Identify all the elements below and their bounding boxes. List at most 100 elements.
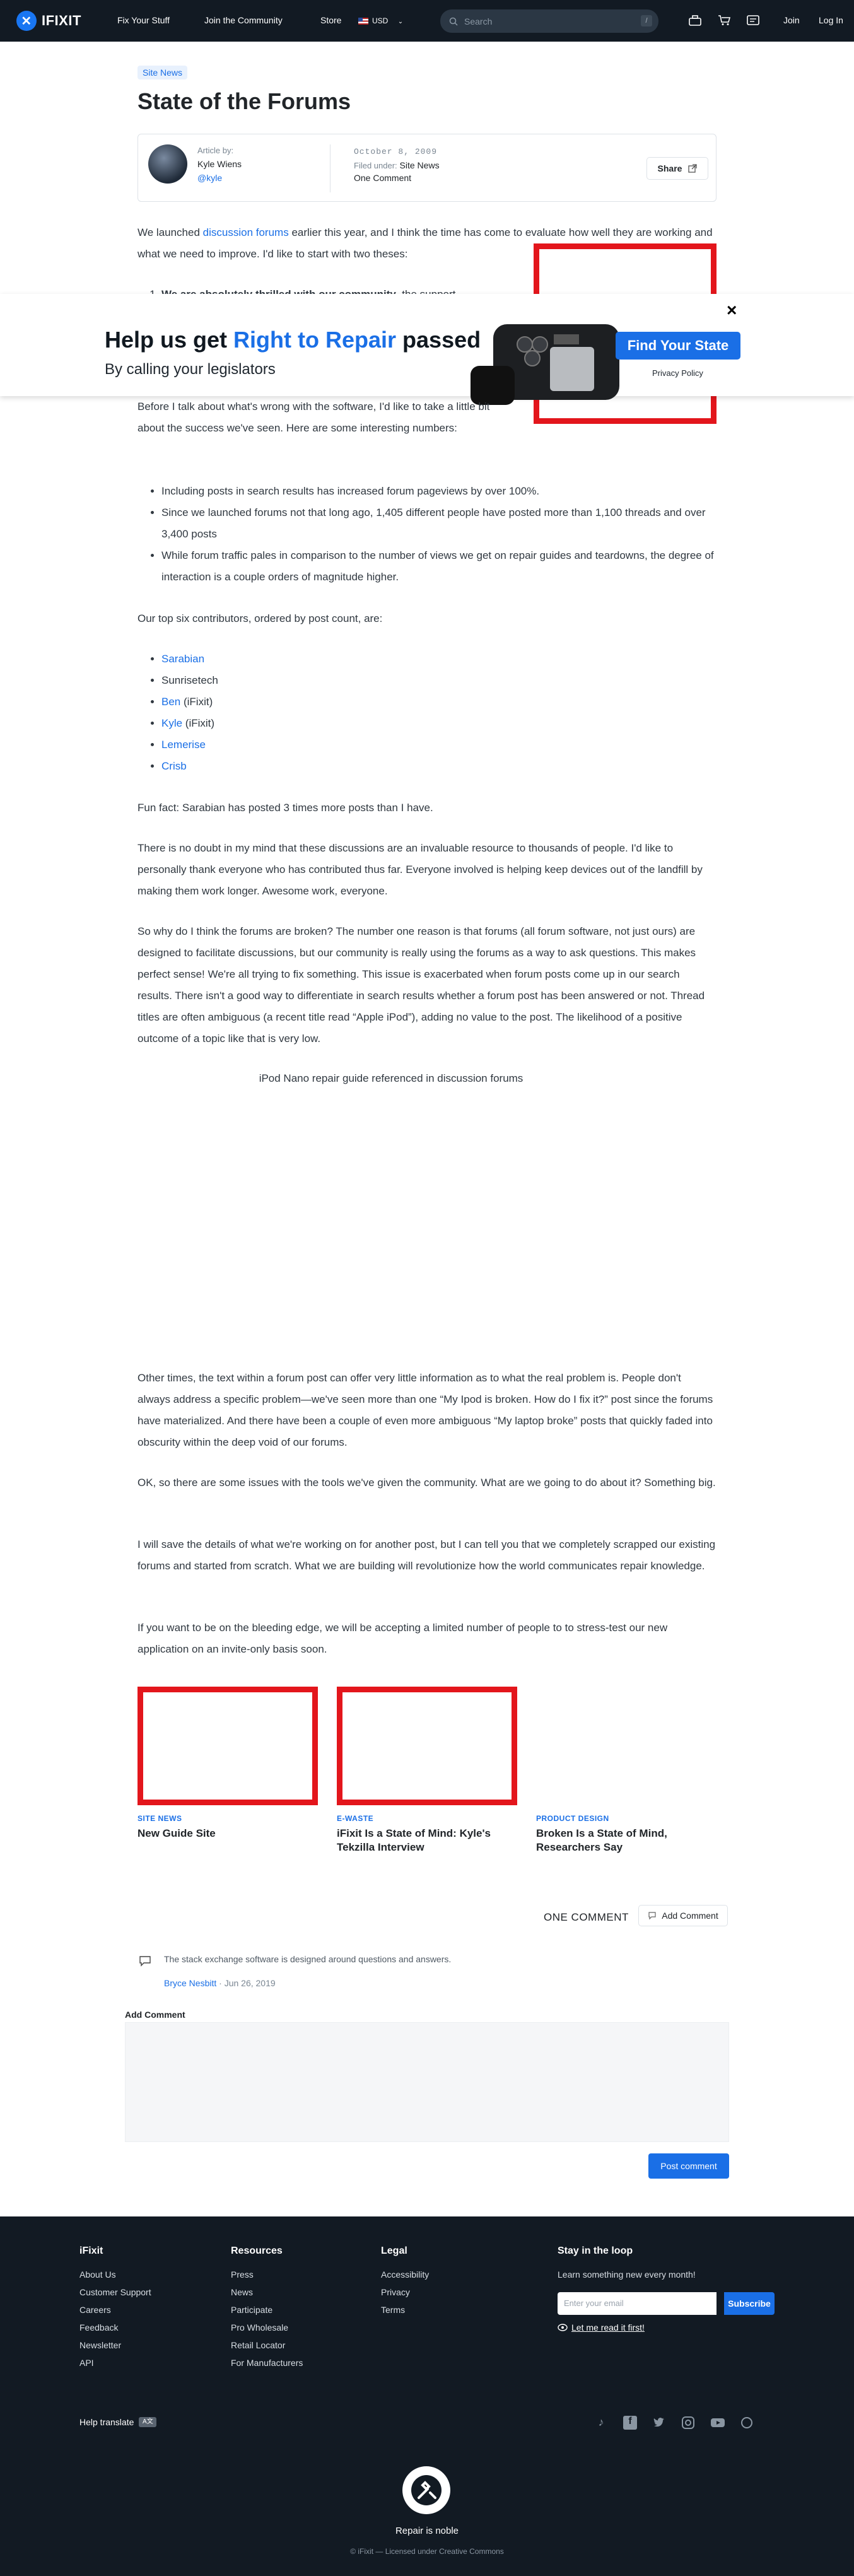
join-link[interactable]: Join: [783, 15, 800, 25]
footer-link[interactable]: Retail Locator: [231, 2336, 303, 2354]
nav-store[interactable]: Store: [320, 15, 341, 25]
eye-icon: [558, 2324, 568, 2331]
footer-link[interactable]: Customer Support: [79, 2283, 151, 2301]
ifixit-logo[interactable]: ✕ IFIXIT: [16, 11, 81, 31]
search-bar[interactable]: Search /: [440, 9, 658, 33]
related-title[interactable]: Broken Is a State of Mind, Researchers S…: [536, 1827, 718, 1854]
related-thumb-1[interactable]: [137, 1687, 318, 1805]
guide-image-placeholder: [137, 1098, 717, 1362]
close-icon[interactable]: ×: [727, 300, 737, 320]
comment-author[interactable]: Bryce Nesbitt: [164, 1978, 216, 1988]
footer-link[interactable]: Participate: [231, 2301, 303, 2319]
youtube-icon[interactable]: [710, 2416, 725, 2430]
instagram-icon[interactable]: [681, 2416, 695, 2430]
comment-bubble-icon: [139, 1956, 151, 1967]
contrib-intro: Our top six contributors, ordered by pos…: [137, 612, 383, 624]
footer-link[interactable]: Terms: [381, 2301, 429, 2319]
ifixit-logo-icon: ✕: [16, 11, 37, 31]
contributor-link[interactable]: Crisb: [161, 760, 187, 772]
related-thumb-2[interactable]: [337, 1687, 517, 1805]
brand-name: IFIXIT: [42, 13, 81, 28]
footer-link[interactable]: Newsletter: [79, 2336, 151, 2354]
toolbox-icon[interactable]: [687, 13, 703, 28]
footer-tagline: Repair is noble: [395, 2526, 459, 2536]
footer-link[interactable]: For Manufacturers: [231, 2354, 303, 2372]
cart-icon[interactable]: [717, 13, 732, 28]
footer-link[interactable]: News: [231, 2283, 303, 2301]
subscribe-button[interactable]: Subscribe: [724, 2292, 775, 2315]
facebook-icon[interactable]: f: [623, 2416, 637, 2430]
nav-join-community[interactable]: Join the Community: [204, 15, 283, 25]
comment-count[interactable]: One Comment: [354, 173, 440, 183]
contributor-link[interactable]: Ben: [161, 696, 180, 708]
search-icon: [449, 17, 458, 26]
filed-value[interactable]: Site News: [400, 160, 440, 170]
comment-textarea[interactable]: [125, 2022, 729, 2142]
author-handle[interactable]: @kyle: [197, 173, 222, 183]
currency-selector[interactable]: USD ⌄: [358, 16, 403, 25]
discussion-forums-link[interactable]: discussion forums: [203, 226, 289, 238]
footer-column-legal: Legal Accessibility Privacy Terms: [381, 2245, 429, 2319]
related-category[interactable]: E-WASTE: [337, 1814, 518, 1823]
find-your-state-button[interactable]: Find Your State: [616, 332, 740, 360]
contributor-item: Ben (iFixit): [161, 691, 717, 713]
comment-date: Jun 26, 2019: [224, 1978, 276, 1988]
related-category[interactable]: PRODUCT DESIGN: [536, 1814, 718, 1823]
filed-label: Filed under:: [354, 161, 397, 170]
article-meta: Article by: Kyle Wiens @kyle October 8, …: [137, 134, 717, 202]
post-comment-button[interactable]: Post comment: [648, 2153, 729, 2179]
author-name[interactable]: Kyle Wiens: [197, 159, 242, 169]
mastodon-icon[interactable]: [740, 2416, 753, 2430]
us-flag-icon: [358, 18, 368, 25]
related-card-2[interactable]: E-WASTE iFixit Is a State of Mind: Kyle'…: [337, 1814, 518, 1854]
help-translate[interactable]: Help translate A文: [79, 2417, 157, 2427]
twitter-icon[interactable]: [652, 2416, 666, 2430]
footer-link[interactable]: API: [79, 2354, 151, 2372]
contributor-link[interactable]: Sarabian: [161, 653, 204, 665]
footer-link[interactable]: Press: [231, 2266, 303, 2283]
contributor-name: Sunrisetech: [161, 674, 218, 686]
search-input[interactable]: Search: [464, 16, 492, 26]
footer-link[interactable]: Privacy: [381, 2283, 429, 2301]
related-title[interactable]: iFixit Is a State of Mind: Kyle's Tekzil…: [337, 1827, 518, 1854]
contributor-item: Lemerise: [161, 734, 717, 756]
contributor-link[interactable]: Lemerise: [161, 739, 206, 751]
related-title[interactable]: New Guide Site: [137, 1827, 319, 1841]
related-card-3[interactable]: PRODUCT DESIGN Broken Is a State of Mind…: [536, 1814, 718, 1854]
footer-newsletter: Stay in the loop Learn something new eve…: [558, 2245, 775, 2333]
contributor-link[interactable]: Kyle: [161, 717, 182, 729]
language-icon[interactable]: [746, 13, 761, 28]
broken-paragraph: So why do I think the forums are broken?…: [137, 925, 705, 1045]
footer-link[interactable]: About Us: [79, 2266, 151, 2283]
privacy-policy-link[interactable]: Privacy Policy: [652, 368, 703, 378]
nav-fix-your-stuff[interactable]: Fix Your Stuff: [117, 15, 170, 25]
footer-link[interactable]: Accessibility: [381, 2266, 429, 2283]
login-link[interactable]: Log In: [819, 15, 843, 25]
read-it-label: Let me read it first!: [571, 2322, 645, 2333]
related-category[interactable]: SITE NEWS: [137, 1814, 319, 1823]
headline-part-a: Help us get: [105, 327, 234, 353]
comment-text: The stack exchange software is designed …: [164, 1954, 452, 1964]
share-button[interactable]: Share: [646, 157, 708, 180]
email-field[interactable]: Enter your email: [558, 2292, 717, 2315]
category-badge[interactable]: Site News: [137, 66, 188, 79]
contributor-item: Sunrisetech: [161, 670, 717, 691]
stat-item: While forum traffic pales in comparison …: [161, 545, 717, 588]
newsletter-title: Stay in the loop: [558, 2245, 633, 2256]
article-category[interactable]: Site News: [137, 66, 717, 79]
page-title: State of the Forums: [137, 88, 351, 114]
tiktok-icon[interactable]: ♪: [594, 2416, 608, 2430]
related-card-1[interactable]: SITE NEWS New Guide Site: [137, 1814, 319, 1841]
avatar[interactable]: [148, 144, 187, 184]
read-it-first-link[interactable]: Let me read it first!: [558, 2322, 775, 2333]
image-caption: iPod Nano repair guide referenced in dis…: [259, 1072, 524, 1084]
footer-link[interactable]: Feedback: [79, 2319, 151, 2336]
footer-link[interactable]: Careers: [79, 2301, 151, 2319]
contributor-item: Kyle (iFixit): [161, 713, 717, 734]
thanks-paragraph: There is no doubt in my mind that these …: [137, 842, 703, 897]
add-comment-button[interactable]: Add Comment: [638, 1905, 728, 1926]
footer-column-title: Resources: [231, 2245, 283, 2256]
footer-column-title: iFixit: [79, 2245, 103, 2256]
footer-link[interactable]: Pro Wholesale: [231, 2319, 303, 2336]
intro-text-a: We launched: [137, 226, 203, 238]
